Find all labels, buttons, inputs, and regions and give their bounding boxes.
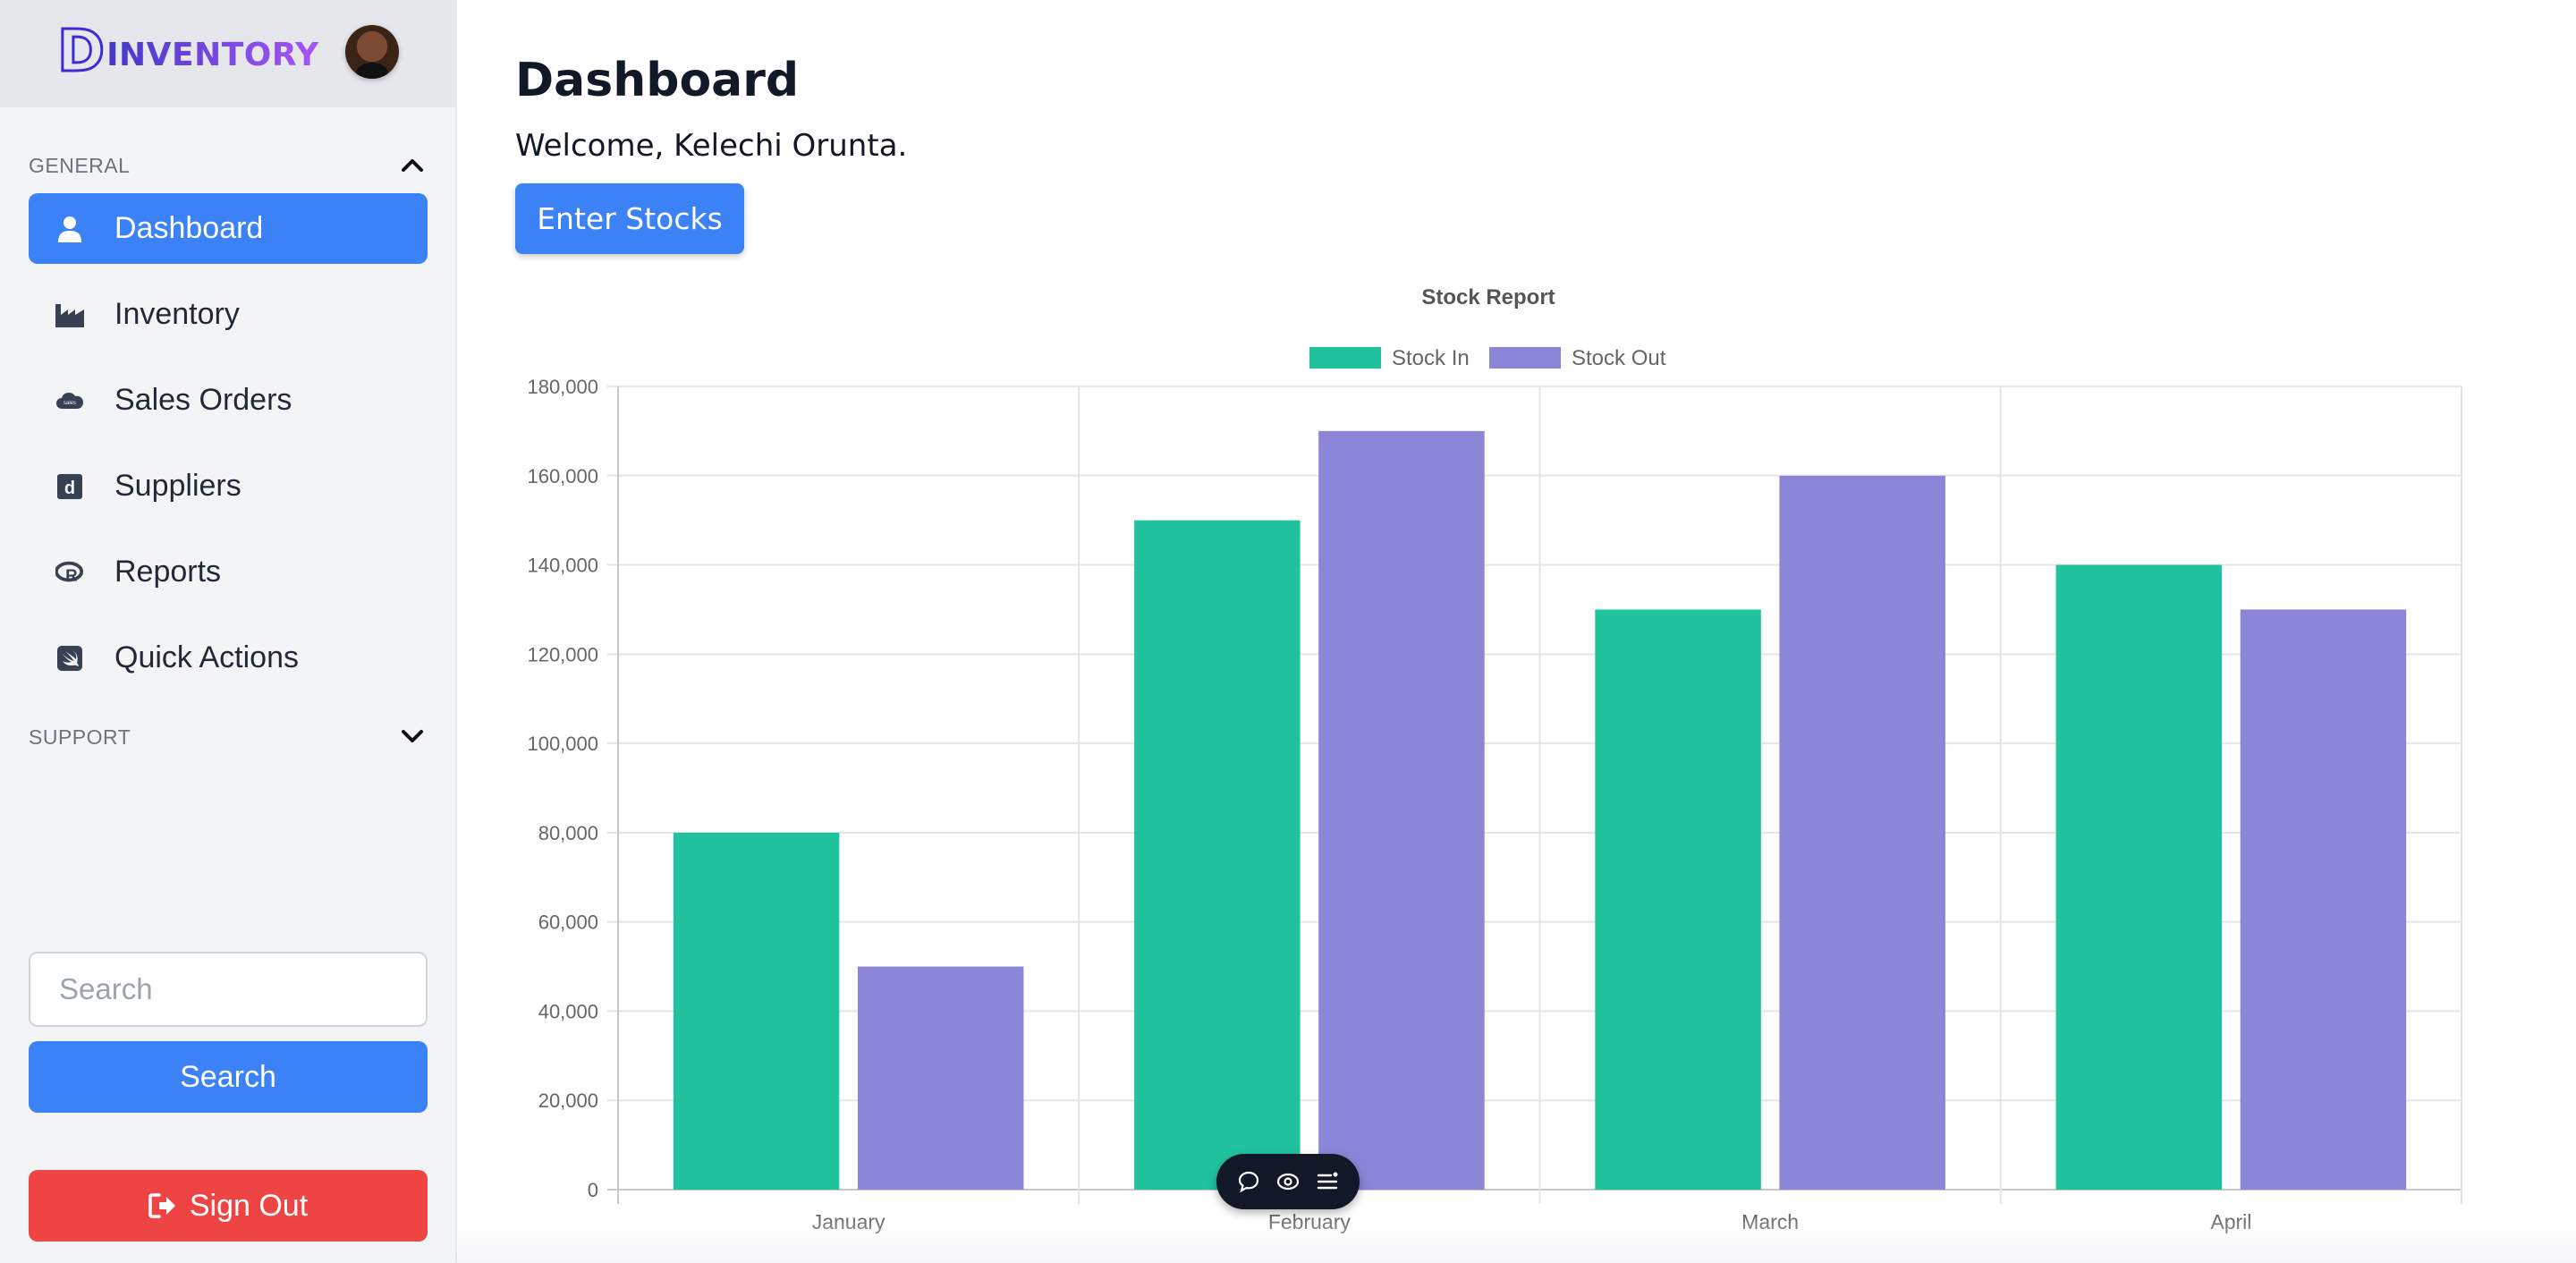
sidebar-item-label: Inventory (114, 297, 240, 331)
x-tick-label: April (2210, 1210, 2251, 1233)
chart-title: Stock Report (1421, 285, 1555, 309)
r-project-icon: R (55, 558, 84, 587)
sidebar-item-dashboard[interactable]: Dashboard (29, 193, 428, 264)
logo-text: INVENTORY (106, 37, 319, 73)
section-label-support: SUPPORT (29, 725, 131, 749)
y-tick-label: 40,000 (538, 1000, 598, 1022)
search-button[interactable]: Search (29, 1041, 428, 1113)
chart-svg: 0 20,000 40,000 60,000 80,000 100,000 120,000 1… (527, 285, 2462, 1233)
y-tick-label: 80,000 (538, 822, 598, 844)
app-logo[interactable]: D INVENTORY (55, 19, 319, 85)
sidebar-item-label: Dashboard (114, 211, 264, 245)
enter-stocks-button[interactable]: Enter Stocks (515, 183, 744, 254)
floating-toolbar (1216, 1154, 1360, 1209)
y-tick-label: 120,000 (527, 643, 598, 665)
y-tick-label: 0 (588, 1179, 598, 1201)
user-icon (55, 215, 84, 243)
y-tick-label: 20,000 (538, 1089, 598, 1112)
y-tick-label: 180,000 (527, 376, 598, 398)
sign-out-button[interactable]: Sign Out (29, 1170, 428, 1242)
legend-label: Stock In (1392, 346, 1470, 370)
sidebar-item-reports[interactable]: R Reports (29, 537, 428, 607)
y-tick-label: 100,000 (527, 733, 598, 755)
legend-item-stock-in[interactable]: Stock In (1309, 346, 1470, 370)
eye-icon[interactable] (1275, 1168, 1301, 1195)
legend-swatch (1489, 347, 1561, 369)
bar-stock-in-april[interactable] (2055, 564, 2223, 1190)
svg-text:sales: sales (64, 401, 76, 406)
swift-icon (55, 644, 84, 673)
section-label-general: GENERAL (29, 154, 131, 177)
page-title: Dashboard (515, 54, 800, 107)
bar-stock-out-april[interactable] (2240, 609, 2407, 1190)
bar-stock-in-february[interactable] (1134, 520, 1301, 1190)
sidebar-item-inventory[interactable]: Inventory (29, 279, 428, 350)
search-input[interactable] (29, 952, 428, 1027)
legend-label: Stock Out (1572, 346, 1666, 370)
logo-letter: D (55, 19, 106, 85)
sidebar-item-suppliers[interactable]: d Suppliers (29, 451, 428, 521)
y-tick-label: 140,000 (527, 555, 598, 577)
x-tick-label: February (1268, 1210, 1352, 1233)
menu-icon[interactable] (1314, 1168, 1341, 1195)
sidebar-item-label: Sales Orders (114, 383, 292, 417)
bar-stock-out-february[interactable] (1318, 430, 1485, 1190)
bar-stock-out-january[interactable] (857, 966, 1024, 1190)
y-tick-label: 60,000 (538, 911, 598, 934)
comment-icon[interactable] (1235, 1168, 1262, 1195)
sidebar: D INVENTORY GENERAL Dashboard Inventory … (0, 0, 457, 1263)
welcome-message: Welcome, Kelechi Orunta. (515, 128, 908, 164)
sign-out-label: Sign Out (189, 1188, 309, 1223)
dailymotion-d-icon: d (55, 472, 84, 501)
x-tick-label: March (1741, 1210, 1799, 1233)
sidebar-item-quick-actions[interactable]: Quick Actions (29, 623, 428, 693)
legend-swatch (1309, 347, 1381, 369)
bar-stock-out-march[interactable] (1779, 475, 1945, 1190)
y-tick-label: 160,000 (527, 465, 598, 487)
sidebar-item-label: Reports (114, 555, 222, 589)
sidebar-item-label: Suppliers (114, 469, 242, 503)
svg-text:R: R (65, 565, 78, 584)
x-tick-label: January (812, 1210, 886, 1233)
legend-item-stock-out[interactable]: Stock Out (1489, 346, 1666, 370)
chevron-down-icon[interactable] (399, 723, 426, 750)
bar-stock-in-march[interactable] (1595, 609, 1761, 1190)
avatar[interactable] (345, 25, 399, 79)
factory-icon (55, 301, 84, 329)
svg-text:d: d (64, 479, 75, 498)
sidebar-item-sales-orders[interactable]: sales Sales Orders (29, 365, 428, 436)
stock-report-chart: 0 20,000 40,000 60,000 80,000 100,000 120,000 1… (483, 268, 2504, 1263)
salesforce-cloud-icon: sales (55, 386, 84, 415)
sidebar-item-label: Quick Actions (114, 640, 299, 674)
bar-stock-in-january[interactable] (673, 832, 840, 1190)
chevron-up-icon[interactable] (399, 152, 426, 179)
sidebar-header: D INVENTORY (0, 0, 455, 107)
sign-out-icon (148, 1193, 175, 1218)
